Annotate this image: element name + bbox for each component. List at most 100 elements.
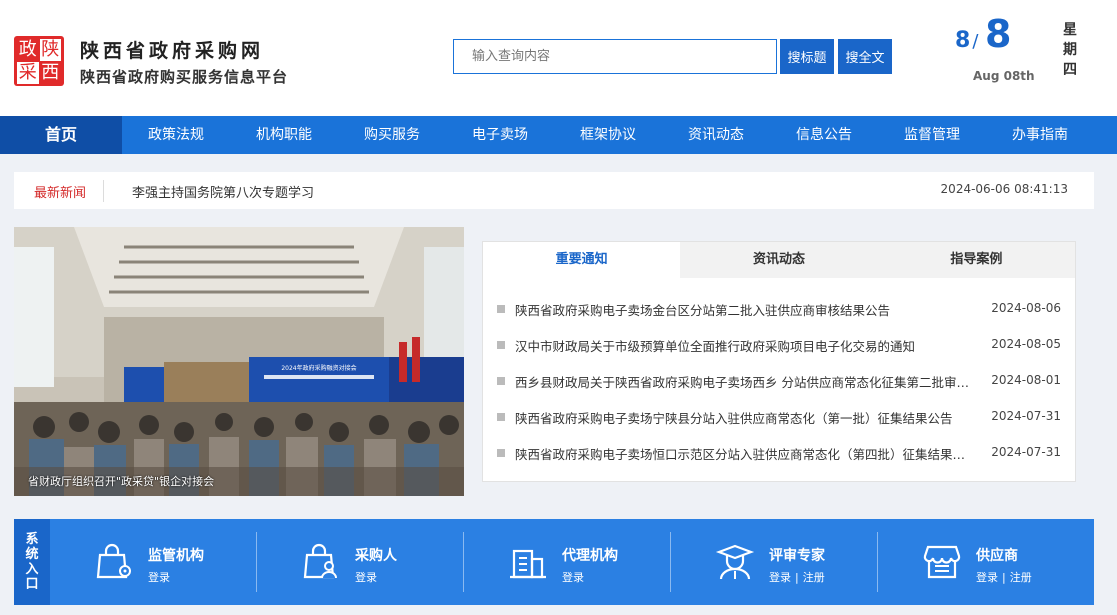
building-icon [510, 549, 546, 579]
list-item[interactable]: 陕西省政府采购电子卖场金台区分站第二批入驻供应商审核结果公告 2024-08-0… [483, 300, 1075, 336]
entry-name: 采购人 [355, 548, 397, 564]
site-title: 陕西省政府采购网 [80, 40, 265, 62]
bag-user-icon [303, 543, 337, 579]
notice-title[interactable]: 西乡县财政局关于陕西省政府采购电子卖场西乡 分站供应商常态化征集第二批审核结果公… [515, 372, 973, 391]
nav-item-news[interactable]: 资讯动态 [662, 116, 770, 154]
link-separator: | [1002, 571, 1006, 584]
notice-date: 2024-08-05 [991, 337, 1061, 351]
conference-photo-illustration: 2024年政府采购融资对接会 [14, 227, 464, 496]
search-input[interactable] [453, 39, 777, 74]
bullet-icon [497, 377, 505, 385]
logo-char: 政 [18, 39, 37, 60]
entry-name: 监管机构 [148, 548, 204, 564]
nav-item-services[interactable]: 购买服务 [338, 116, 446, 154]
site-subtitle: 陕西省政府购买服务信息平台 [80, 68, 289, 86]
system-entry: 系 统 入 口 监管机构 登录 采购人 登录 代理机构 登录 评审专家 登录 |… [14, 519, 1094, 605]
entry-name: 供应商 [976, 548, 1018, 564]
date-day: 8 [985, 12, 1012, 56]
date-slash: / [972, 31, 979, 52]
nav-item-announcements[interactable]: 信息公告 [770, 116, 878, 154]
store-icon [923, 545, 961, 579]
notice-title[interactable]: 陕西省政府采购电子卖场恒口示范区分站入驻供应商常态化（第四批）征集结果公告 [515, 444, 973, 463]
weekday-char: 星 [1063, 22, 1077, 38]
login-link[interactable]: 登录 [148, 571, 170, 584]
entry-name: 评审专家 [769, 548, 825, 564]
nav-item-policy[interactable]: 政策法规 [122, 116, 230, 154]
entry-regulator[interactable]: 监管机构 登录 [50, 519, 257, 605]
notice-title[interactable]: 汉中市财政局关于市级预算单位全面推行政府采购项目电子化交易的通知 [515, 336, 973, 355]
label-char: 统 [25, 547, 39, 562]
news-photo[interactable]: 2024年政府采购融资对接会 省财政厅组织召开"政采贷"银企对接会 [14, 227, 464, 496]
site-logo[interactable]: 政 陕 采 西 [14, 36, 64, 86]
weekday: 星 期 四 [1062, 20, 1078, 80]
notice-date: 2024-07-31 [991, 409, 1061, 423]
photo-caption[interactable]: 省财政厅组织召开"政采贷"银企对接会 [28, 473, 214, 489]
notice-date: 2024-08-06 [991, 301, 1061, 315]
divider [103, 180, 104, 202]
tab-guidance-cases[interactable]: 指导案例 [878, 242, 1075, 278]
nav-item-agencies[interactable]: 机构职能 [230, 116, 338, 154]
list-item[interactable]: 汉中市财政局关于市级预算单位全面推行政府采购项目电子化交易的通知 2024-08… [483, 336, 1075, 372]
date-month: 8/ [955, 28, 978, 53]
weekday-char: 期 [1063, 42, 1077, 58]
label-char: 口 [25, 577, 39, 592]
entry-name: 代理机构 [562, 548, 618, 564]
notice-title[interactable]: 陕西省政府采购电子卖场宁陕县分站入驻供应商常态化（第一批）征集结果公告 [515, 408, 973, 427]
entry-links: 登录 [355, 569, 377, 585]
system-entry-label: 系 统 入 口 [14, 519, 50, 605]
label-char: 系 [25, 532, 39, 547]
site-header: 政 陕 采 西 陕西省政府采购网 陕西省政府购买服务信息平台 搜标题 搜全文 8… [0, 0, 1117, 116]
nav-item-framework[interactable]: 框架协议 [554, 116, 662, 154]
register-link[interactable]: 注册 [803, 571, 825, 584]
logo-char: 陕 [39, 39, 61, 61]
nav-item-guide[interactable]: 办事指南 [986, 116, 1094, 154]
register-link[interactable]: 注册 [1010, 571, 1032, 584]
list-item[interactable]: 西乡县财政局关于陕西省政府采购电子卖场西乡 分站供应商常态化征集第二批审核结果公… [483, 372, 1075, 408]
notice-date: 2024-07-31 [991, 445, 1061, 459]
list-item[interactable]: 陕西省政府采购电子卖场恒口示范区分站入驻供应商常态化（第四批）征集结果公告 20… [483, 444, 1075, 480]
label-char: 入 [25, 562, 39, 577]
latest-news-time: 2024-06-06 08:41:13 [940, 182, 1068, 196]
main-nav: 首页 政策法规 机构职能 购买服务 电子卖场 框架协议 资讯动态 信息公告 监督… [0, 116, 1117, 154]
bullet-icon [497, 305, 505, 313]
nav-item-supervision[interactable]: 监督管理 [878, 116, 986, 154]
entry-links: 登录 | 注册 [976, 569, 1032, 585]
date-english: Aug 08th [973, 69, 1035, 83]
logo-char: 采 [17, 62, 39, 84]
search-title-button[interactable]: 搜标题 [780, 39, 834, 74]
login-link[interactable]: 登录 [355, 571, 377, 584]
notice-tabs: 重要通知 资讯动态 指导案例 [483, 242, 1075, 278]
login-link[interactable]: 登录 [769, 571, 791, 584]
bullet-icon [497, 341, 505, 349]
notice-date: 2024-08-01 [991, 373, 1061, 387]
nav-item-home[interactable]: 首页 [0, 116, 122, 154]
latest-news-label: 最新新闻 [34, 186, 87, 201]
weekday-char: 四 [1063, 62, 1077, 78]
entry-supplier[interactable]: 供应商 登录 | 注册 [878, 519, 1085, 605]
notice-panel: 重要通知 资讯动态 指导案例 陕西省政府采购电子卖场金台区分站第二批入驻供应商审… [482, 241, 1076, 482]
bag-lock-icon [96, 543, 131, 579]
bullet-icon [497, 413, 505, 421]
tab-important-notices[interactable]: 重要通知 [483, 242, 681, 278]
logo-char: 西 [41, 62, 60, 83]
entry-purchaser[interactable]: 采购人 登录 [257, 519, 464, 605]
entry-links: 登录 [562, 569, 584, 585]
entry-links: 登录 [148, 569, 170, 585]
nav-item-emall[interactable]: 电子卖场 [446, 116, 554, 154]
login-link[interactable]: 登录 [976, 571, 998, 584]
latest-news-bar: 最新新闻 李强主持国务院第八次专题学习 2024-06-06 08:41:13 [14, 172, 1094, 209]
entry-links: 登录 | 注册 [769, 569, 825, 585]
latest-news-link[interactable]: 李强主持国务院第八次专题学习 [132, 182, 314, 201]
search-fulltext-button[interactable]: 搜全文 [838, 39, 892, 74]
banner-text: 2024年政府采购融资对接会 [281, 364, 356, 372]
tab-news[interactable]: 资讯动态 [680, 242, 877, 278]
notice-list: 陕西省政府采购电子卖场金台区分站第二批入驻供应商审核结果公告 2024-08-0… [483, 278, 1075, 480]
link-separator: | [795, 571, 799, 584]
list-item[interactable]: 陕西省政府采购电子卖场宁陕县分站入驻供应商常态化（第一批）征集结果公告 2024… [483, 408, 1075, 444]
entry-expert[interactable]: 评审专家 登录 | 注册 [671, 519, 878, 605]
login-link[interactable]: 登录 [562, 571, 584, 584]
expert-icon [715, 544, 755, 580]
entry-agency[interactable]: 代理机构 登录 [464, 519, 671, 605]
notice-title[interactable]: 陕西省政府采购电子卖场金台区分站第二批入驻供应商审核结果公告 [515, 300, 973, 319]
date-month-value: 8 [955, 28, 971, 53]
